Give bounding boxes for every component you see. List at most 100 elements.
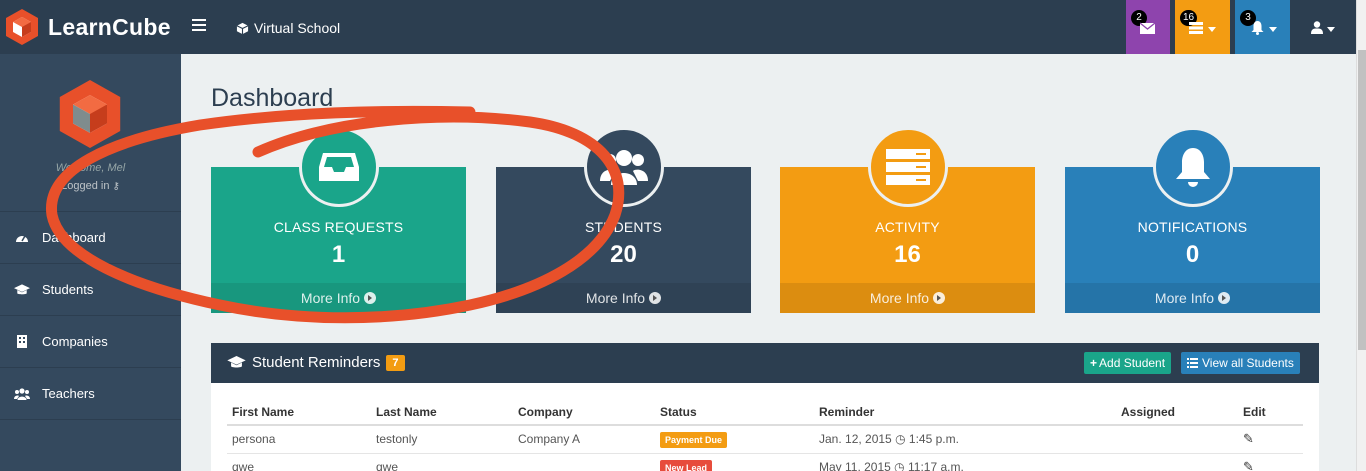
more-info-label: More Info bbox=[1154, 290, 1215, 306]
bell-icon bbox=[1251, 21, 1264, 35]
add-student-label: Add Student bbox=[1099, 356, 1166, 370]
pencil-icon[interactable]: ✎ bbox=[1243, 431, 1254, 446]
company-cell bbox=[513, 453, 655, 471]
avatar bbox=[59, 80, 121, 148]
card-label: NOTIFICATIONS bbox=[1137, 219, 1248, 235]
clock-icon: ◷ bbox=[894, 460, 905, 471]
school-name: Virtual School bbox=[254, 20, 341, 36]
list-icon bbox=[1187, 358, 1198, 368]
sidebar-divider bbox=[0, 419, 181, 420]
view-all-label: View all Students bbox=[1202, 356, 1294, 370]
logged-in-status: Logged in ⚷ bbox=[0, 180, 181, 192]
cube-icon bbox=[236, 22, 249, 34]
assigned-cell bbox=[1116, 453, 1238, 471]
bell-icon bbox=[1152, 127, 1233, 207]
sidebar-item-label: Teachers bbox=[42, 386, 95, 401]
card-label: ACTIVITY bbox=[875, 219, 940, 235]
column-header[interactable]: Status bbox=[655, 399, 814, 426]
status-badge: New Lead bbox=[660, 460, 713, 471]
users-icon bbox=[14, 387, 30, 400]
app-logo[interactable]: LearnCube bbox=[4, 8, 171, 46]
reminder-time: 1:45 p.m. bbox=[908, 432, 959, 447]
user-menu-dropdown[interactable] bbox=[1295, 0, 1356, 54]
user-icon bbox=[1311, 21, 1323, 34]
edit-cell: ✎ bbox=[1238, 425, 1303, 454]
learncube-logo-icon bbox=[6, 9, 38, 45]
column-header[interactable]: First Name bbox=[227, 399, 371, 426]
view-all-students-button[interactable]: View all Students bbox=[1181, 352, 1300, 374]
page-scrollbar[interactable] bbox=[1356, 0, 1366, 471]
more-info-label: More Info bbox=[585, 290, 646, 306]
tasks-icon bbox=[1189, 22, 1203, 34]
more-info-link[interactable]: More Info bbox=[1065, 283, 1320, 313]
messages-dropdown[interactable]: 2 bbox=[1126, 0, 1170, 54]
logged-in-label: Logged in bbox=[61, 180, 110, 192]
page-title: Dashboard bbox=[211, 84, 334, 112]
graduation-cap-icon bbox=[227, 356, 246, 368]
panel-title: Student Reminders 7 bbox=[227, 354, 405, 371]
users-icon bbox=[583, 127, 664, 207]
more-info-label: More Info bbox=[869, 290, 930, 306]
arrow-circle-right-icon bbox=[364, 292, 377, 304]
students-card: STUDENTS 20 More Info bbox=[496, 127, 751, 313]
student-reminders-panel: Student Reminders 7 + Add Student View a… bbox=[211, 343, 1319, 471]
table-row: persona testonly Company A Payment Due J… bbox=[227, 425, 1303, 454]
arrow-circle-right-icon bbox=[649, 292, 662, 304]
app-name: LearnCube bbox=[48, 13, 171, 40]
sidebar-item-label: Students bbox=[42, 282, 94, 297]
envelope-icon bbox=[1140, 22, 1155, 34]
notifications-card: NOTIFICATIONS 0 More Info bbox=[1065, 127, 1320, 313]
edit-cell: ✎ bbox=[1238, 453, 1303, 471]
table-row: qwe qwe New Lead May 11, 2015 ◷ 11:17 a.… bbox=[227, 453, 1303, 471]
reminder-time: 11:17 a.m. bbox=[908, 460, 964, 471]
user-profile-panel: Welcome, Mel Logged in ⚷ bbox=[0, 54, 181, 211]
more-info-link[interactable]: More Info bbox=[211, 283, 466, 313]
more-info-link[interactable]: More Info bbox=[780, 283, 1035, 313]
more-info-link[interactable]: More Info bbox=[496, 283, 751, 313]
company-cell: Company A bbox=[513, 425, 655, 454]
add-student-button[interactable]: + Add Student bbox=[1084, 352, 1172, 374]
first-name-cell: persona bbox=[227, 425, 371, 454]
table-header-row: First Name Last Name Company Status Remi… bbox=[227, 399, 1303, 426]
sidebar: Welcome, Mel Logged in ⚷ Dashboard Stude… bbox=[0, 54, 181, 471]
pencil-icon[interactable]: ✎ bbox=[1243, 459, 1254, 471]
card-value: 20 bbox=[610, 241, 637, 268]
sidebar-item-companies[interactable]: Companies bbox=[0, 315, 181, 367]
activity-dropdown[interactable]: 16 bbox=[1175, 0, 1230, 54]
reminder-cell: May 11, 2015 ◷ 11:17 a.m. bbox=[814, 453, 1116, 471]
arrow-circle-right-icon bbox=[933, 292, 946, 304]
dashboard-icon bbox=[14, 232, 30, 243]
reminders-table: First Name Last Name Company Status Remi… bbox=[227, 399, 1303, 471]
notifications-dropdown[interactable]: 3 bbox=[1235, 0, 1290, 54]
sidebar-item-students[interactable]: Students bbox=[0, 263, 181, 315]
inbox-icon bbox=[298, 127, 379, 207]
class-requests-card: CLASS REQUESTS 1 More Info bbox=[211, 127, 466, 313]
sidebar-item-teachers[interactable]: Teachers bbox=[0, 367, 181, 419]
panel-title-text: Student Reminders bbox=[252, 354, 381, 371]
card-label: STUDENTS bbox=[584, 219, 663, 235]
sidebar-item-dashboard[interactable]: Dashboard bbox=[0, 211, 181, 263]
assigned-cell bbox=[1116, 425, 1238, 454]
column-header[interactable]: Company bbox=[513, 399, 655, 426]
column-header[interactable]: Assigned bbox=[1116, 399, 1238, 426]
card-value: 1 bbox=[331, 241, 346, 268]
scrollbar-thumb[interactable] bbox=[1358, 50, 1366, 350]
chevron-down-icon bbox=[1327, 27, 1335, 32]
arrow-circle-right-icon bbox=[1218, 292, 1231, 304]
building-icon bbox=[14, 335, 30, 348]
panel-header: Student Reminders 7 + Add Student View a… bbox=[211, 343, 1319, 383]
column-header[interactable]: Last Name bbox=[371, 399, 513, 426]
last-name-cell: testonly bbox=[371, 425, 513, 454]
sidebar-toggle-button[interactable] bbox=[192, 19, 206, 33]
chevron-down-icon bbox=[1269, 27, 1277, 32]
card-label: CLASS REQUESTS bbox=[273, 219, 404, 235]
status-cell: New Lead bbox=[655, 453, 814, 471]
school-link[interactable]: Virtual School bbox=[236, 20, 340, 36]
sidebar-item-label: Companies bbox=[42, 334, 108, 349]
status-badge: Payment Due bbox=[660, 432, 728, 449]
first-name-cell: qwe bbox=[227, 453, 371, 471]
status-cell: Payment Due bbox=[655, 425, 814, 454]
column-header[interactable]: Reminder bbox=[814, 399, 1116, 426]
clock-icon: ◷ bbox=[895, 432, 906, 447]
reminder-date: Jan. 12, 2015 bbox=[819, 432, 892, 447]
